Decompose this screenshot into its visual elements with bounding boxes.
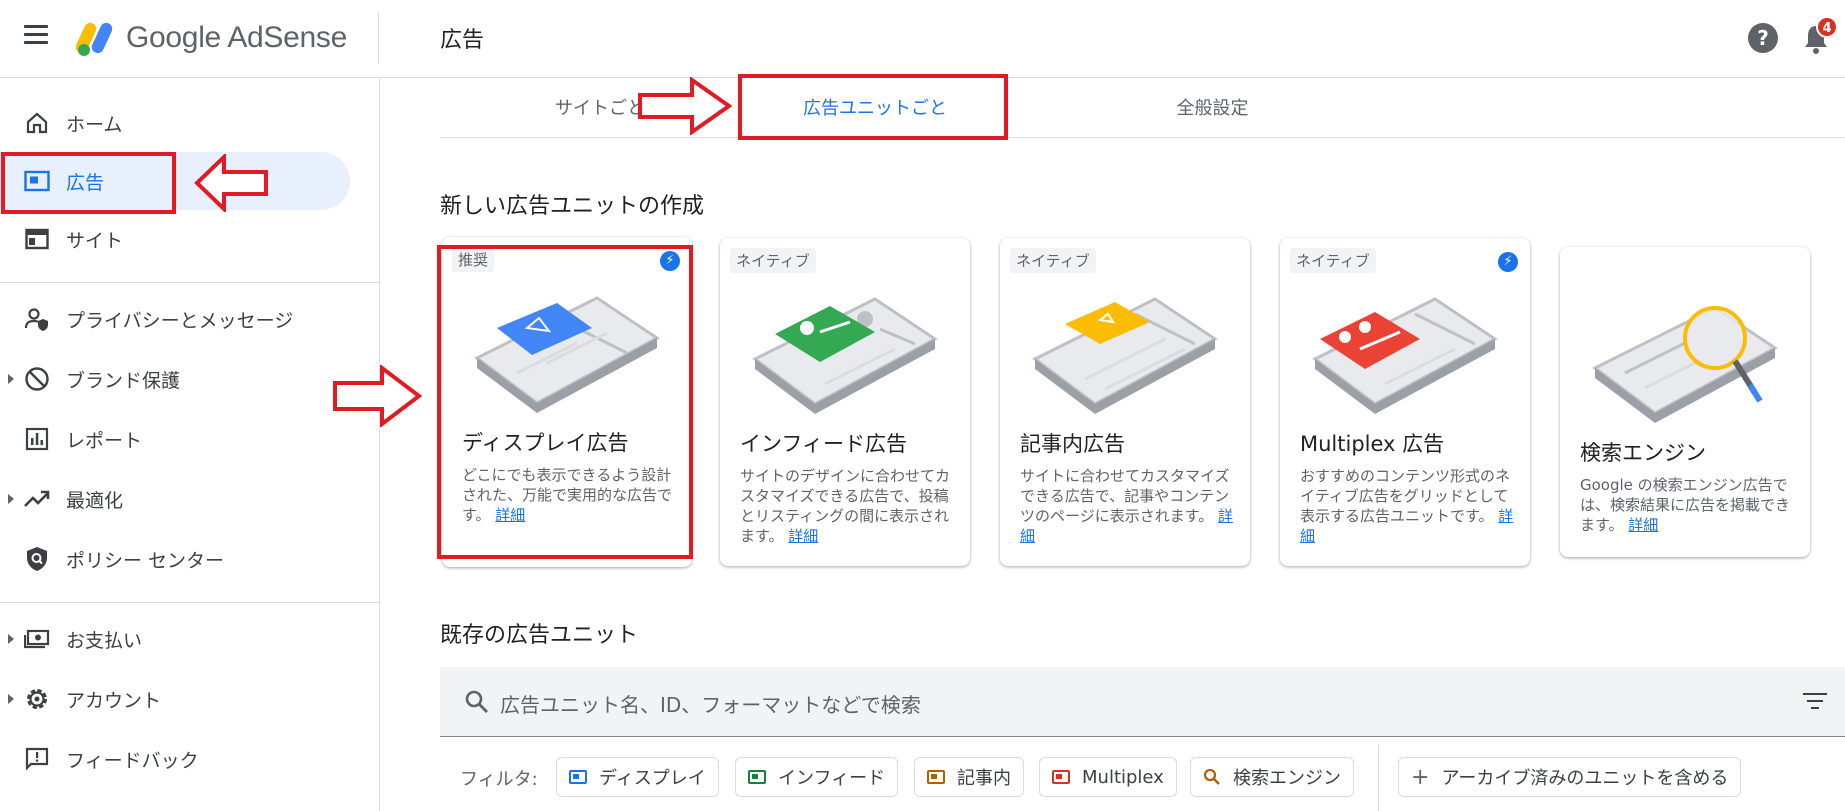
feedback-icon [24, 746, 50, 772]
sidebar-item-brand-protection[interactable]: ブランド保護 [0, 350, 350, 408]
multiplex-ad-illustration [1312, 297, 1498, 414]
sidebar-item-label: レポート [66, 429, 143, 452]
search-icon [465, 690, 488, 713]
learn-more-link[interactable]: 詳細 [1628, 516, 1658, 534]
payments-icon [24, 626, 50, 652]
sidebar-item-home[interactable]: ホーム [0, 94, 350, 152]
ad-type-card-infeed[interactable]: ネイティブ インフィード広告 サイトのデザインに合わせてカスタマイズできる広告で… [720, 238, 970, 566]
card-description: サイトのデザインに合わせてカスタマイズできる広告で、投稿とリスティングの間に表示… [740, 467, 951, 545]
card-tag: ネイティブ [1010, 248, 1096, 273]
sidebar-item-reports[interactable]: レポート [0, 410, 350, 468]
in-article-format-icon [927, 770, 945, 784]
existing-section-title: 既存の広告ユニット [440, 623, 639, 648]
card-description: サイトに合わせてカスタマイズできる広告で、記事やコンテンツのページに表示されます… [1020, 467, 1233, 545]
sites-icon [24, 226, 50, 252]
sidebar-item-sites[interactable]: サイト [0, 210, 350, 268]
bolt-icon: ⚡ [1498, 252, 1518, 272]
filter-chip-display[interactable]: ディスプレイ [556, 757, 719, 797]
hamburger-menu-icon[interactable] [24, 25, 52, 51]
ad-unit-search-bar[interactable]: 広告ユニット名、ID、フォーマットなどで検索 [440, 667, 1845, 737]
learn-more-link[interactable]: 詳細 [788, 527, 818, 545]
card-title: 検索エンジン [1580, 441, 1706, 465]
expand-caret-icon [8, 634, 14, 644]
infeed-ad-illustration [752, 297, 938, 414]
card-tag: ネイティブ [1290, 248, 1376, 273]
block-icon [24, 366, 50, 392]
sidebar-item-policy-center[interactable]: ポリシー センター [0, 530, 350, 588]
ad-type-card-multiplex[interactable]: ネイティブ ⚡ Multiplex 広告 おすすめのコンテンツ形式のネイティブ広… [1280, 238, 1530, 566]
annotation-highlight-ad-unit-tab [738, 74, 1008, 140]
sidebar-item-payments[interactable]: お支払い [0, 610, 350, 668]
search-input[interactable]: 広告ユニット名、ID、フォーマットなどで検索 [500, 689, 921, 718]
sidebar-item-label: ブランド保護 [66, 369, 181, 392]
adsense-logo[interactable]: Google AdSense [76, 18, 347, 58]
annotation-arrow-right-icon [333, 365, 422, 427]
annotation-highlight-display-card [437, 245, 693, 559]
card-description: Google の検索エンジン広告では、検索結果に広告を掲載できます。 詳細 [1580, 476, 1791, 534]
sidebar-item-optimization[interactable]: 最適化 [0, 470, 350, 528]
privacy-icon [24, 306, 50, 332]
expand-caret-icon [8, 694, 14, 704]
sidebar-item-label: アカウント [66, 689, 162, 712]
filter-label: フィルタ: [460, 769, 538, 790]
sidebar-item-label: サイト [66, 229, 124, 252]
annotation-highlight-ads [1, 152, 176, 214]
filter-chip-multiplex[interactable]: Multiplex [1039, 757, 1177, 797]
sidebar-item-label: お支払い [66, 629, 143, 652]
card-title: インフィード広告 [740, 432, 907, 456]
report-icon [24, 426, 50, 452]
sidebar-item-label: フィードバック [66, 749, 199, 772]
expand-caret-icon [8, 494, 14, 504]
ad-type-card-search-engine[interactable]: 検索エンジン Google の検索エンジン広告では、検索結果に広告を掲載できます… [1560, 247, 1810, 557]
card-tag: ネイティブ [730, 248, 816, 273]
sidebar-item-label: 最適化 [66, 489, 124, 512]
chip-divider [1378, 745, 1379, 811]
in-article-ad-illustration [1032, 297, 1218, 414]
card-title: 記事内広告 [1020, 432, 1125, 456]
card-title: Multiplex 広告 [1300, 432, 1445, 456]
sidebar-item-privacy[interactable]: プライバシーとメッセージ [0, 290, 350, 348]
filter-chip-search-engine[interactable]: 検索エンジン [1190, 757, 1354, 797]
sidebar-divider [0, 602, 380, 603]
gear-icon [24, 686, 50, 712]
create-section-title: 新しい広告ユニットの作成 [440, 194, 705, 219]
card-description: おすすめのコンテンツ形式のネイティブ広告をグリッドとして表示する広告ユニットです… [1300, 467, 1514, 545]
filter-chip-infeed[interactable]: インフィード [735, 757, 899, 797]
home-icon [24, 110, 50, 136]
logo-text: Google AdSense [126, 21, 347, 54]
expand-caret-icon [8, 374, 14, 384]
sidebar-divider [0, 282, 380, 283]
adsense-logo-icon [76, 22, 113, 56]
filter-chip-in-article[interactable]: 記事内 [914, 757, 1024, 797]
search-engine-ad-illustration [1592, 306, 1778, 423]
help-icon[interactable]: ? [1748, 23, 1778, 53]
sidebar-item-feedback[interactable]: フィードバック [0, 730, 350, 788]
notification-badge: 4 [1816, 16, 1838, 38]
sidebar-item-label: プライバシーとメッセージ [66, 309, 294, 332]
sidebar-item-label: ホーム [66, 113, 123, 136]
annotation-arrow-left-icon [194, 154, 268, 212]
plus-icon: + [1411, 764, 1430, 790]
filter-list-icon[interactable] [1803, 693, 1827, 714]
ad-type-card-in-article[interactable]: ネイティブ 記事内広告 サイトに合わせてカスタマイズできる広告で、記事やコンテン… [1000, 238, 1250, 566]
annotation-arrow-right-icon [638, 77, 732, 135]
header-divider [378, 12, 379, 64]
tab-by-site[interactable]: サイトごと [550, 80, 650, 138]
include-archived-chip[interactable]: + アーカイブ済みのユニットを含める [1398, 757, 1742, 797]
top-app-bar: Google AdSense 広告 ? 4 [0, 0, 1845, 78]
page-title: 広告 [440, 28, 485, 53]
policy-icon [24, 546, 50, 572]
infeed-format-icon [748, 770, 766, 784]
search-engine-format-icon [1203, 768, 1220, 785]
sidebar-item-label: ポリシー センター [66, 549, 225, 572]
trending-icon [24, 486, 50, 512]
display-format-icon [569, 770, 587, 784]
multiplex-format-icon [1052, 770, 1070, 784]
tab-general-settings[interactable]: 全般設定 [1090, 80, 1335, 138]
sidebar-item-account[interactable]: アカウント [0, 670, 350, 728]
